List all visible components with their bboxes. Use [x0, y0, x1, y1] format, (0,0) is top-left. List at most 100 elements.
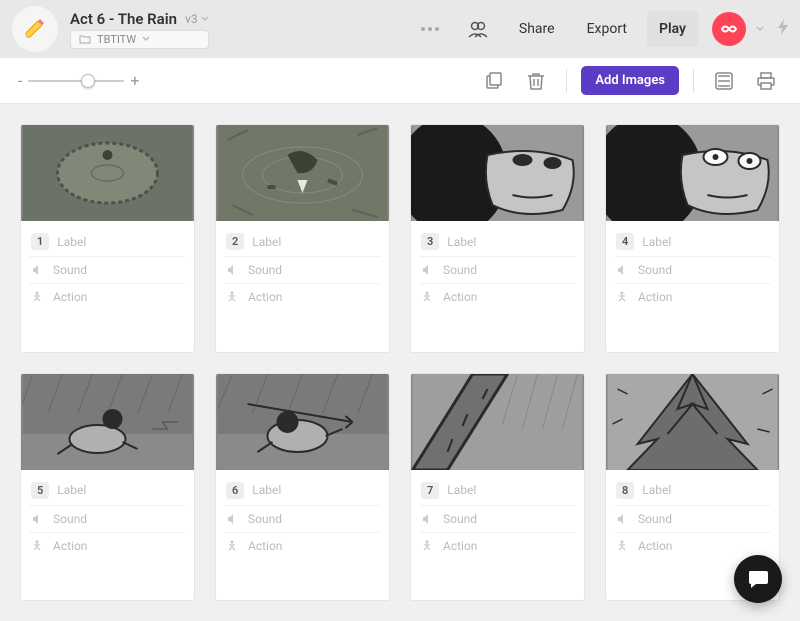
action-field[interactable]: Action: [224, 533, 381, 559]
duplicate-button[interactable]: [478, 65, 510, 97]
zoom-out[interactable]: -: [18, 71, 22, 90]
version-selector[interactable]: v3: [185, 12, 209, 26]
chevron-down-icon: [142, 36, 150, 42]
folder-selector[interactable]: TBTITW: [70, 30, 209, 49]
printer-icon: [756, 72, 776, 90]
sound-icon: [31, 513, 43, 525]
storyboard-card[interactable]: 2Label Sound Action: [215, 124, 390, 353]
ellipsis-icon: [421, 27, 439, 31]
trash-icon: [527, 71, 545, 91]
storyboard-card[interactable]: 3Label Sound Action: [410, 124, 585, 353]
storyboard-card[interactable]: 5Label Sound Action: [20, 373, 195, 602]
print-button[interactable]: [750, 65, 782, 97]
label-field[interactable]: 1Label: [29, 227, 186, 257]
frame-number: 5: [31, 482, 49, 499]
sound-field[interactable]: Sound: [419, 506, 576, 533]
sound-field[interactable]: Sound: [224, 506, 381, 533]
label-field[interactable]: 6Label: [224, 476, 381, 506]
sound-field[interactable]: Sound: [29, 506, 186, 533]
label-field[interactable]: 5Label: [29, 476, 186, 506]
storyboard-card[interactable]: 7Label Sound Action: [410, 373, 585, 602]
card-fields: 4Label Sound Action: [606, 221, 779, 318]
label-field[interactable]: 2Label: [224, 227, 381, 257]
brand-badge[interactable]: [712, 12, 746, 46]
frame-number: 6: [226, 482, 244, 499]
label-field[interactable]: 3Label: [419, 227, 576, 257]
chat-launcher[interactable]: [734, 555, 782, 603]
label-field[interactable]: 4Label: [614, 227, 771, 257]
sound-icon: [421, 264, 433, 276]
zoom-slider[interactable]: [28, 80, 124, 82]
thumbnail[interactable]: [606, 374, 779, 470]
frame-number: 2: [226, 233, 244, 250]
infinity-icon: [720, 23, 738, 35]
frame-number: 7: [421, 482, 439, 499]
storyboard-card[interactable]: 1Label Sound Action: [20, 124, 195, 353]
brand-menu-caret[interactable]: [756, 24, 764, 35]
action-icon: [616, 291, 628, 303]
sound-icon: [31, 264, 43, 276]
sound-icon: [616, 513, 628, 525]
quick-action[interactable]: [778, 19, 788, 39]
sound-field[interactable]: Sound: [29, 257, 186, 284]
zoom-thumb[interactable]: [81, 74, 95, 88]
action-field[interactable]: Action: [419, 284, 576, 310]
action-icon: [421, 291, 433, 303]
project-title[interactable]: Act 6 - The Rain: [70, 10, 177, 28]
collaborators-button[interactable]: [457, 11, 499, 47]
export-button[interactable]: Export: [575, 11, 639, 47]
sound-field[interactable]: Sound: [224, 257, 381, 284]
sound-icon: [226, 264, 238, 276]
frame-number: 1: [31, 233, 49, 250]
sound-field[interactable]: Sound: [614, 257, 771, 284]
label-field[interactable]: 8Label: [614, 476, 771, 506]
thumbnail[interactable]: [216, 125, 389, 221]
sound-icon: [616, 264, 628, 276]
action-field[interactable]: Action: [614, 533, 771, 559]
action-icon: [226, 291, 238, 303]
people-icon: [467, 20, 489, 38]
action-icon: [31, 291, 43, 303]
action-field[interactable]: Action: [29, 284, 186, 310]
action-field[interactable]: Action: [29, 533, 186, 559]
label-field[interactable]: 7Label: [419, 476, 576, 506]
card-fields: 7Label Sound Action: [411, 470, 584, 567]
toolbar-divider: [693, 69, 694, 93]
storyboard-card[interactable]: 6Label Sound Action: [215, 373, 390, 602]
play-button[interactable]: Play: [647, 11, 698, 47]
action-icon: [226, 540, 238, 552]
thumbnail[interactable]: [606, 125, 779, 221]
storyboard-card[interactable]: 4Label Sound Action: [605, 124, 780, 353]
list-view-button[interactable]: [708, 65, 740, 97]
zoom-in[interactable]: +: [130, 71, 139, 90]
share-button[interactable]: Share: [507, 11, 567, 47]
thumbnail[interactable]: [216, 374, 389, 470]
zoom-control: - +: [18, 71, 140, 90]
add-images-button[interactable]: Add Images: [581, 66, 679, 95]
thumbnail[interactable]: [21, 125, 194, 221]
delete-button[interactable]: [520, 65, 552, 97]
app-logo[interactable]: [12, 6, 58, 52]
thumbnail[interactable]: [21, 374, 194, 470]
card-fields: 3Label Sound Action: [411, 221, 584, 318]
bolt-icon: [778, 19, 788, 35]
frame-number: 8: [616, 482, 634, 499]
chevron-down-icon: [201, 16, 209, 22]
action-field[interactable]: Action: [419, 533, 576, 559]
thumbnail[interactable]: [411, 125, 584, 221]
card-fields: 1Label Sound Action: [21, 221, 194, 318]
toolbar-divider: [566, 69, 567, 93]
frame-number: 4: [616, 233, 634, 250]
card-fields: 8Label Sound Action: [606, 470, 779, 567]
more-menu[interactable]: [411, 11, 449, 47]
toolbar: - + Add Images: [0, 58, 800, 104]
action-icon: [421, 540, 433, 552]
action-field[interactable]: Action: [224, 284, 381, 310]
card-fields: 6Label Sound Action: [216, 470, 389, 567]
sound-field[interactable]: Sound: [614, 506, 771, 533]
card-fields: 5Label Sound Action: [21, 470, 194, 567]
sound-field[interactable]: Sound: [419, 257, 576, 284]
thumbnail[interactable]: [411, 374, 584, 470]
title-block: Act 6 - The Rain v3 TBTITW: [70, 10, 209, 49]
action-field[interactable]: Action: [614, 284, 771, 310]
